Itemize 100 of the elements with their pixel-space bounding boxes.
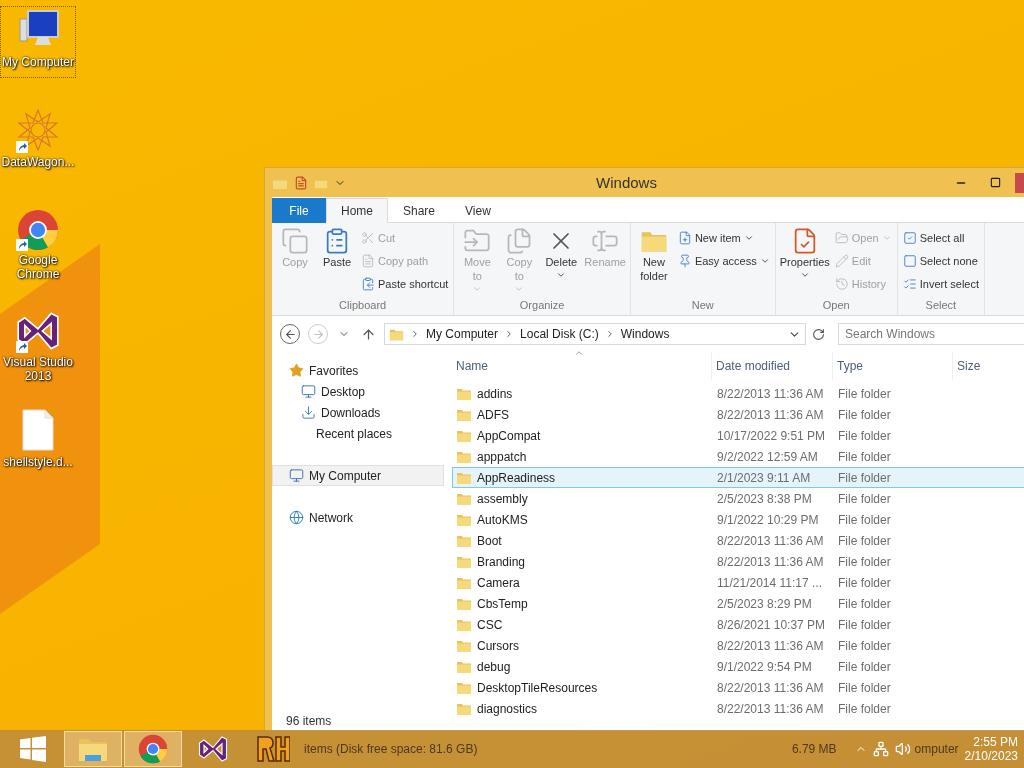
file-name: assembly — [477, 491, 528, 506]
date-modified: 8/22/2013 11:36 AM — [716, 386, 825, 401]
nav-item[interactable]: Downloads — [272, 402, 444, 423]
nav-item[interactable]: Favorites — [272, 360, 444, 381]
file-name: Cursors — [477, 638, 519, 653]
ribbon-button[interactable]: Select all — [900, 227, 982, 249]
file-name: apppatch — [477, 449, 527, 464]
column-header[interactable]: Name — [452, 352, 712, 380]
breadcrumb[interactable]: My Computer — [426, 327, 499, 341]
computer-icon — [289, 468, 304, 483]
file-name: CbsTemp — [477, 596, 528, 611]
date-modified: 8/22/2013 11:36 AM — [716, 638, 825, 653]
file-type: File folder — [837, 554, 892, 569]
ribbon-button[interactable]: New item — [675, 227, 772, 249]
date-modified: 2/5/2023 8:38 PM — [716, 491, 813, 506]
file-plus-icon — [677, 231, 692, 245]
file-row[interactable]: addins 8/22/2013 11:36 AM File folder — [452, 383, 1024, 404]
nav-item[interactable]: My Computer — [272, 465, 444, 486]
file-row[interactable]: Cursors 8/22/2013 11:36 AM File folder — [452, 635, 1024, 656]
file-type: File folder — [837, 638, 892, 653]
folder-open-icon — [834, 231, 849, 245]
file-name: Boot — [477, 533, 502, 548]
ribbon-button[interactable]: Delete — [541, 225, 582, 299]
group-label: New — [691, 299, 714, 313]
file-row[interactable]: Boot 8/22/2013 11:36 AM File folder — [452, 530, 1024, 551]
breadcrumb[interactable]: Windows — [620, 327, 670, 341]
file-name: Branding — [477, 554, 526, 569]
file-row[interactable]: CSC 8/26/2021 10:37 PM File folder — [452, 614, 1024, 635]
ribbon-tab[interactable]: View — [450, 198, 506, 223]
group-label: Select — [925, 299, 957, 313]
monitor-icon — [301, 384, 316, 399]
file-name: Camera — [477, 575, 520, 590]
file-type: File folder — [837, 596, 892, 611]
file-name: AppCompat — [477, 428, 541, 443]
ribbon-button[interactable]: Invert select — [900, 273, 982, 295]
pin-icon — [677, 254, 692, 268]
breadcrumb[interactable]: Local Disk (C:) — [520, 327, 599, 341]
star-pattern-icon — [16, 109, 60, 151]
nav-item[interactable]: Network — [272, 507, 444, 528]
file-row[interactable]: AutoKMS 9/1/2022 10:29 PM File folder — [452, 509, 1024, 530]
group-label: Open — [822, 299, 850, 313]
group-label: Organize — [519, 299, 565, 313]
ribbon-button[interactable]: Properties — [778, 225, 831, 299]
ribbon-tab[interactable]: Share — [388, 198, 451, 223]
address-bar[interactable]: My Computer Local Disk (C:) Windows — [384, 323, 806, 345]
date-modified: 8/22/2013 11:36 AM — [716, 680, 825, 695]
file-row[interactable]: Camera 11/21/2014 11:17 ... File folder — [452, 572, 1024, 593]
file-name: AppReadiness — [477, 470, 556, 485]
ribbon-button[interactable]: Paste — [317, 225, 357, 299]
file-row[interactable]: DesktopTileResources 8/22/2013 11:36 AM File folder — [452, 677, 1024, 698]
ribbon-button[interactable]: Paste shortcut — [359, 273, 451, 295]
file-row[interactable]: debug 9/1/2022 9:54 PM File folder — [452, 656, 1024, 677]
ribbon-button[interactable]: Select none — [900, 250, 982, 272]
nav-item[interactable]: Recent places — [272, 423, 444, 444]
file-row[interactable]: apppatch 9/2/2022 12:59 AM File folder — [452, 446, 1024, 467]
volume-icon[interactable] — [894, 741, 911, 757]
search-field[interactable]: Search Windows — [838, 323, 1024, 345]
file-type: File folder — [837, 575, 892, 590]
date-modified: 9/1/2022 9:54 PM — [716, 659, 813, 674]
date-modified: 11/21/2014 11:17 ... — [716, 575, 823, 590]
file-row[interactable]: AppCompat 10/17/2022 9:51 PM File folder — [452, 425, 1024, 446]
ribbon-button[interactable]: New folder — [633, 225, 674, 299]
file-type: File folder — [837, 470, 892, 485]
date-modified: 8/22/2013 11:36 AM — [716, 554, 825, 569]
nav-item[interactable]: Desktop — [272, 381, 444, 402]
file-row[interactable]: AppReadiness 2/1/2023 9:11 AM File folder — [452, 467, 1024, 488]
ribbon-tab[interactable]: File — [272, 198, 326, 223]
file-type: File folder — [837, 533, 892, 548]
file-row[interactable]: diagnostics 8/22/2013 11:36 AM File folder — [452, 698, 1024, 719]
file-row[interactable]: Branding 8/22/2013 11:36 AM File folder — [452, 551, 1024, 572]
refresh-icon — [811, 327, 825, 341]
chrome-logo-icon — [138, 734, 168, 764]
column-header[interactable]: Size — [953, 352, 1024, 380]
column-header[interactable]: Date modified — [712, 352, 833, 380]
window-title: Windows — [595, 174, 658, 191]
date-modified: 2/5/2023 8:29 PM — [716, 596, 813, 611]
file-name: diagnostics — [477, 701, 538, 716]
date-modified: 2/1/2023 9:11 AM — [716, 470, 812, 485]
date-modified: 9/2/2022 12:59 AM — [716, 449, 819, 464]
file-row[interactable]: CbsTemp 2/5/2023 8:29 PM File folder — [452, 593, 1024, 614]
date-modified: 8/22/2013 11:36 AM — [716, 533, 825, 548]
file-type: File folder — [837, 701, 892, 716]
file-type: File folder — [837, 617, 892, 632]
file-row[interactable]: ADFS 8/22/2013 11:36 AM File folder — [452, 404, 1024, 425]
chevron-icon — [410, 329, 420, 339]
forward-icon — [311, 327, 325, 341]
date-modified: 9/1/2022 10:29 PM — [716, 512, 820, 527]
file-type: File folder — [837, 386, 892, 401]
up-icon — [360, 326, 376, 342]
network-icon[interactable] — [872, 741, 889, 757]
ribbon-button[interactable]: Easy access — [675, 250, 772, 272]
file-type: File folder — [837, 491, 892, 506]
date-modified: 8/22/2013 11:36 AM — [716, 701, 825, 716]
download-icon — [301, 405, 316, 420]
item-count: 96 items — [286, 715, 332, 727]
checked-square-icon — [902, 231, 917, 245]
ribbon-tab[interactable]: Home — [326, 198, 388, 223]
column-header[interactable]: Type — [833, 352, 953, 380]
date-modified: 10/17/2022 9:51 PM — [716, 428, 827, 443]
file-row[interactable]: assembly 2/5/2023 8:38 PM File folder — [452, 488, 1024, 509]
